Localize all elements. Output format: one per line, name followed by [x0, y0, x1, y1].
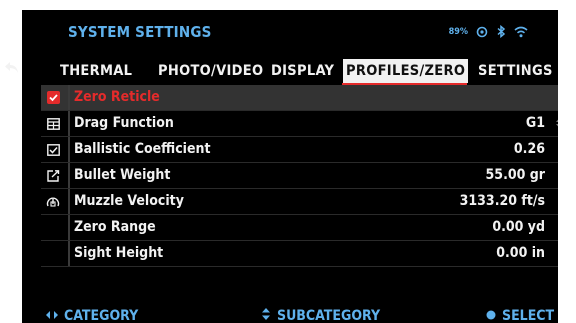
bluetooth-icon [496, 25, 506, 38]
hint-category-label: CATEGORY [64, 308, 139, 323]
row-ballistic-coefficient[interactable]: Ballistic Coefficient 0.26 › [41, 137, 558, 163]
page-title: SYSTEM SETTINGS [68, 23, 212, 41]
row-zero-reticle[interactable]: Zero Reticle › [41, 85, 558, 111]
row-label: Zero Reticle [74, 89, 160, 105]
row-label: Sight Height [74, 245, 164, 261]
status-bar: 89% [449, 25, 528, 38]
row-zero-range[interactable]: Zero Range 0.00 yd › [41, 215, 558, 241]
row-divider [68, 111, 70, 136]
tab-display[interactable]: DISPLAY [271, 59, 334, 83]
row-divider [68, 215, 70, 240]
speedometer-icon [41, 189, 65, 214]
row-bullet-weight[interactable]: Bullet Weight 55.00 gr › [41, 163, 558, 189]
gps-icon [476, 26, 488, 38]
row-value: 0.00 yd [492, 219, 545, 235]
table-icon [41, 111, 65, 136]
tab-profiles-zero[interactable]: PROFILES/ZERO [343, 59, 469, 83]
device-screen: SYSTEM SETTINGS 89% THERMAL PHOTO/VIDEO … [22, 10, 558, 323]
left-right-arrows-icon [46, 308, 58, 323]
battery-level: 89% [448, 26, 468, 37]
row-label: Ballistic Coefficient [74, 141, 211, 157]
tab-bar: THERMAL PHOTO/VIDEO DISPLAY PROFILES/ZER… [22, 59, 558, 83]
tab-photo-video[interactable]: PHOTO/VIDEO [158, 59, 263, 83]
row-divider [68, 189, 70, 214]
tab-settings[interactable]: SETTINGS [478, 59, 553, 83]
row-value: 55.00 gr [485, 167, 545, 183]
wifi-icon [514, 26, 528, 38]
header: SYSTEM SETTINGS 89% [22, 10, 558, 56]
footer-hints: CATEGORY SUBCATEGORY SELECT [22, 308, 558, 323]
checkbox-checked-icon[interactable] [41, 85, 65, 110]
back-arrow-icon[interactable] [4, 59, 20, 78]
row-divider [68, 163, 70, 188]
row-divider [68, 241, 70, 266]
hint-select: SELECT [486, 308, 554, 323]
external-link-icon [41, 163, 65, 188]
row-value: 0.00 in [496, 245, 545, 261]
row-drag-function[interactable]: Drag Function G1 [41, 111, 558, 137]
row-sight-height[interactable]: Sight Height 0.00 in › [41, 241, 558, 267]
row-divider [68, 85, 70, 110]
hint-subcategory: SUBCATEGORY [261, 308, 380, 323]
up-down-icon[interactable] [555, 111, 558, 136]
row-label: Zero Range [74, 219, 156, 235]
row-divider [68, 137, 70, 162]
row-value: 3133.20 ft/s [459, 193, 545, 209]
up-down-arrows-icon [261, 308, 271, 323]
edit-box-icon [41, 137, 65, 162]
settings-list: Zero Reticle › Drag Function G1 Ballisti… [41, 85, 558, 267]
row-label: Bullet Weight [74, 167, 171, 183]
row-label: Muzzle Velocity [74, 193, 184, 209]
row-value: G1 [525, 115, 545, 131]
tab-thermal[interactable]: THERMAL [60, 59, 132, 83]
hint-category: CATEGORY [46, 308, 138, 323]
row-value: 0.26 [513, 141, 545, 157]
hint-subcategory-label: SUBCATEGORY [277, 308, 381, 323]
row-muzzle-velocity[interactable]: Muzzle Velocity 3133.20 ft/s › [41, 189, 558, 215]
hint-select-label: SELECT [502, 308, 555, 323]
row-label: Drag Function [74, 115, 174, 131]
select-dot-icon [486, 308, 496, 323]
